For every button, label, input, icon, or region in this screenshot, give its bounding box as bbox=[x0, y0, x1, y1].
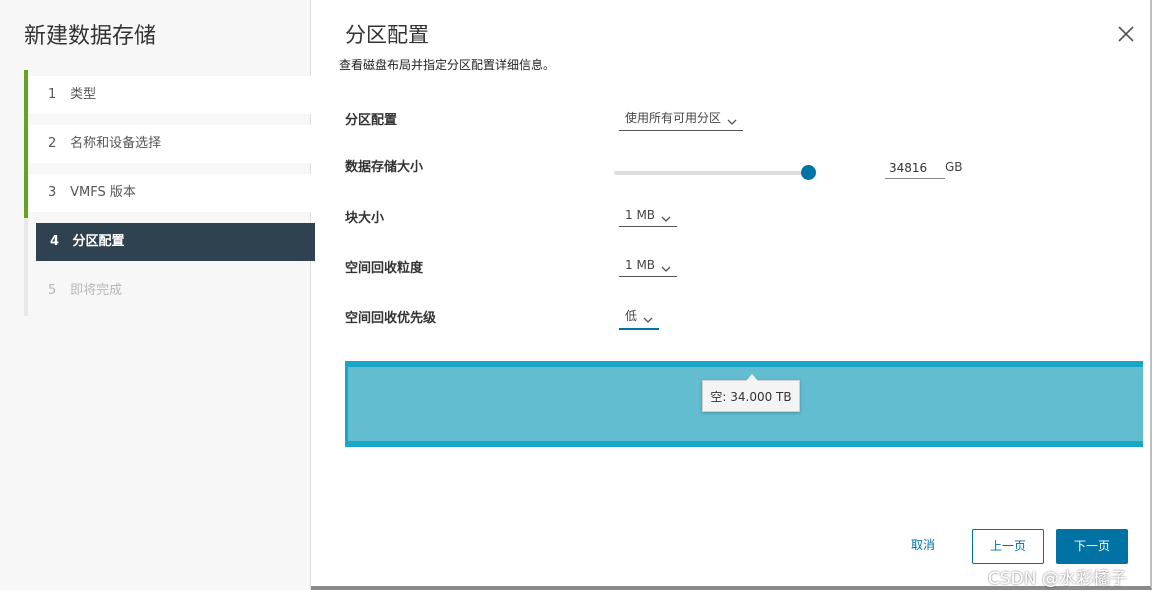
reclaim-priority-select[interactable]: 低 bbox=[619, 307, 660, 330]
step-label: 即将完成 bbox=[70, 283, 123, 298]
datastore-size-slider-track[interactable] bbox=[614, 171, 809, 175]
block-size-value: 1 MB bbox=[625, 208, 656, 222]
page-title: 分区配置 bbox=[345, 23, 429, 47]
new-datastore-dialog: 新建数据存储 1 类型 2 名称和设备选择 3 VMFS 版本 4 分区配置 5… bbox=[0, 0, 1152, 590]
partition-config-value: 使用所有可用分区 bbox=[625, 111, 722, 125]
datastore-size-input[interactable] bbox=[885, 157, 945, 179]
wizard-sidebar: 新建数据存储 1 类型 2 名称和设备选择 3 VMFS 版本 4 分区配置 5… bbox=[0, 0, 315, 590]
partition-config-label: 分区配置 bbox=[345, 113, 398, 128]
chevron-down-icon bbox=[727, 115, 737, 125]
page-description: 查看磁盘布局并指定分区配置详细信息。 bbox=[339, 58, 556, 72]
next-button[interactable]: 下一页 bbox=[1056, 529, 1128, 564]
wizard-step-vmfs-version[interactable]: 3 VMFS 版本 bbox=[24, 168, 311, 218]
reclaim-granularity-select[interactable]: 1 MB bbox=[619, 258, 678, 277]
reclaim-granularity-label: 空间回收粒度 bbox=[345, 261, 424, 276]
wizard-step-name-device[interactable]: 2 名称和设备选择 bbox=[24, 119, 311, 169]
block-size-select[interactable]: 1 MB bbox=[619, 208, 678, 227]
main-panel: 分区配置 查看磁盘布局并指定分区配置详细信息。 分区配置 使用所有可用分区 数据… bbox=[312, 0, 1152, 590]
step-number: 5 bbox=[48, 283, 57, 298]
wizard-steps: 1 类型 2 名称和设备选择 3 VMFS 版本 4 分区配置 5 即将完成 bbox=[24, 70, 315, 316]
wizard-step-partition-config[interactable]: 4 分区配置 bbox=[36, 223, 315, 261]
step-label: VMFS 版本 bbox=[70, 185, 136, 200]
reclaim-priority-value: 低 bbox=[625, 309, 638, 323]
cancel-button[interactable]: 取消 bbox=[898, 529, 948, 564]
wizard-step-type[interactable]: 1 类型 bbox=[24, 70, 311, 120]
wizard-step-ready-complete: 5 即将完成 bbox=[28, 272, 311, 310]
step-number: 4 bbox=[50, 234, 60, 249]
step-number: 3 bbox=[48, 185, 57, 200]
chevron-down-icon bbox=[661, 212, 671, 222]
reclaim-priority-label: 空间回收优先级 bbox=[345, 311, 437, 326]
datastore-size-slider-handle[interactable] bbox=[801, 165, 816, 180]
free-space-tooltip: 空: 34.000 TB bbox=[702, 374, 800, 412]
partition-config-select[interactable]: 使用所有可用分区 bbox=[619, 109, 744, 131]
step-label: 类型 bbox=[70, 87, 97, 102]
datastore-size-label: 数据存储大小 bbox=[345, 160, 424, 175]
wizard-title: 新建数据存储 bbox=[24, 24, 157, 49]
step-label: 名称和设备选择 bbox=[70, 136, 162, 151]
step-label: 分区配置 bbox=[72, 234, 125, 249]
step-number: 1 bbox=[48, 87, 57, 102]
close-icon[interactable] bbox=[1116, 24, 1136, 44]
watermark-text: CSDN @水彩橘子 bbox=[988, 569, 1127, 589]
back-button[interactable]: 上一页 bbox=[972, 529, 1044, 564]
chevron-down-icon bbox=[661, 262, 671, 272]
size-unit-label: GB bbox=[945, 160, 963, 174]
block-size-label: 块大小 bbox=[345, 211, 385, 226]
step-number: 2 bbox=[48, 136, 57, 151]
reclaim-granularity-value: 1 MB bbox=[625, 258, 656, 272]
chevron-down-icon bbox=[643, 313, 653, 323]
